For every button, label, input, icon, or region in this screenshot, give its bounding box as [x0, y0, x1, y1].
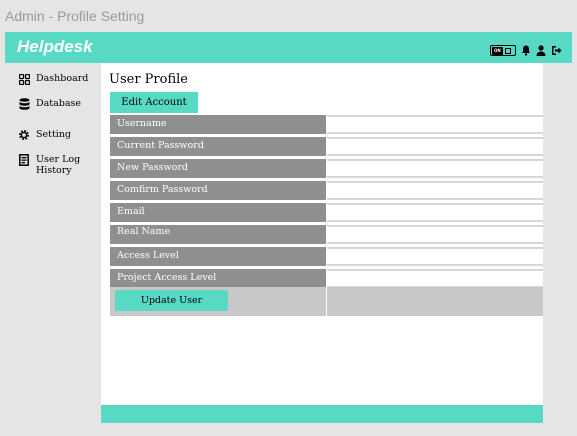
- current-password-label: Current Password: [110, 137, 326, 156]
- top-bar: Helpdesk ON: [5, 32, 572, 63]
- top-icons: ON: [490, 41, 562, 60]
- sidebar-item-label: Database: [36, 98, 82, 109]
- sidebar-item-label: Dashboard: [36, 73, 89, 84]
- sidebar-item-label: Setting: [36, 129, 72, 140]
- form-row-confirm-password: Comfirm Password: [110, 179, 543, 201]
- footer-bar: [101, 405, 543, 423]
- user-icon[interactable]: [536, 41, 546, 60]
- form-row-new-password: New Password: [110, 157, 543, 179]
- toggle-switch[interactable]: ON: [490, 45, 516, 56]
- form-actions: Update User: [110, 287, 543, 316]
- real-name-label: Real Name: [110, 225, 326, 244]
- profile-form: Username Current Password New Password C…: [110, 113, 543, 289]
- access-level-field[interactable]: [327, 247, 543, 266]
- access-level-label: Access Level: [110, 247, 326, 266]
- project-access-level-label: Project Access Level: [110, 269, 326, 288]
- email-label: Email: [110, 203, 326, 222]
- username-field[interactable]: [327, 115, 543, 134]
- page-title: User Profile: [109, 72, 188, 87]
- confirm-password-field[interactable]: [327, 181, 543, 200]
- form-row-username: Username: [110, 113, 543, 135]
- confirm-password-label: Comfirm Password: [110, 181, 326, 200]
- form-row-real-name: Real Name: [110, 223, 543, 245]
- form-row-email: Email: [110, 201, 543, 223]
- sidebar-item-label: User Log History: [36, 154, 81, 176]
- new-password-label: New Password: [110, 159, 326, 178]
- sidebar-item-database[interactable]: Database: [18, 98, 81, 110]
- toggle-label: ON: [492, 46, 503, 55]
- sidebar-item-setting[interactable]: Setting: [18, 129, 71, 141]
- sidebar-item-dashboard[interactable]: Dashboard: [18, 73, 88, 85]
- form-row-current-password: Current Password: [110, 135, 543, 157]
- main-panel: User Profile Edit Account Username Curre…: [101, 63, 543, 405]
- action-cell-left: Update User: [110, 287, 326, 316]
- tab-edit-account[interactable]: Edit Account: [110, 92, 198, 113]
- sidebar: Dashboard Database Setting User Log Hist…: [5, 63, 100, 425]
- action-cell-right: [327, 287, 543, 316]
- new-password-field[interactable]: [327, 159, 543, 178]
- project-access-level-field[interactable]: [327, 269, 543, 288]
- gear-icon: [18, 129, 30, 141]
- window-title: Admin - Profile Setting: [5, 8, 145, 24]
- brand-logo[interactable]: Helpdesk: [17, 37, 93, 57]
- update-user-button[interactable]: Update User: [115, 290, 228, 311]
- current-password-field[interactable]: [327, 137, 543, 156]
- sidebar-item-user-log-history[interactable]: User Log History: [18, 154, 82, 176]
- real-name-field[interactable]: [327, 225, 543, 244]
- email-field[interactable]: [327, 203, 543, 222]
- form-row-project-access-level: Project Access Level: [110, 267, 543, 289]
- database-icon: [18, 98, 30, 110]
- logout-icon[interactable]: [551, 41, 562, 60]
- dashboard-icon: [18, 73, 30, 85]
- bell-icon[interactable]: [521, 41, 531, 60]
- toggle-off-box: [504, 47, 511, 54]
- form-row-access-level: Access Level: [110, 245, 543, 267]
- log-icon: [18, 154, 30, 166]
- username-label: Username: [110, 115, 326, 134]
